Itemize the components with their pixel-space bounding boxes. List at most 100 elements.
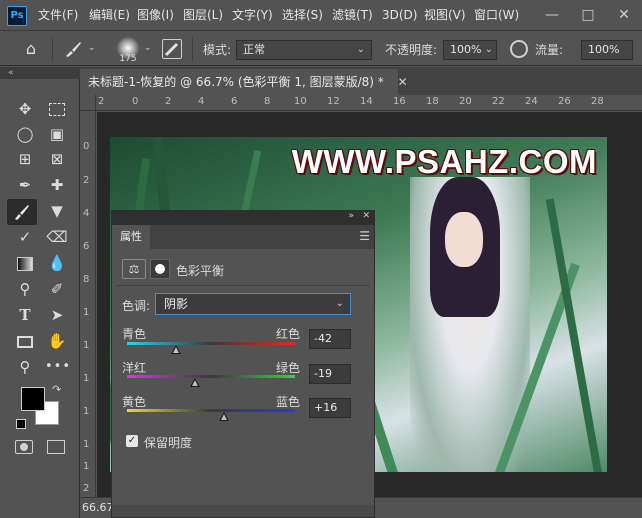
dodge-tool-icon[interactable]: ⚲ xyxy=(13,277,37,301)
eyedropper-tool-icon[interactable]: ✒ xyxy=(13,173,37,197)
slider-left-label: 洋红 xyxy=(122,361,147,375)
menu-file[interactable]: 文件(F) xyxy=(38,0,78,31)
document-tab[interactable]: 未标题-1-恢复的 @ 66.7% (色彩平衡 1, 图层蒙版/8) * ✕ xyxy=(80,69,408,95)
move-tool-icon[interactable]: ✥ xyxy=(13,97,37,121)
brush-size: 175 xyxy=(119,54,137,64)
pen-tool-icon[interactable]: ✐ xyxy=(45,277,69,301)
properties-panel: » ✕ 属性 ☰ ⚖ 色彩平衡 色调: 阴影 ⌄ 青色 红色 -42 洋红 绿色… xyxy=(111,210,375,518)
ruler-tick: 22 xyxy=(492,96,505,107)
ruler-tick: 16 xyxy=(393,96,406,107)
history-brush-tool-icon[interactable]: ✓ xyxy=(13,225,37,249)
hand-tool-icon[interactable]: ✋ xyxy=(45,329,69,353)
yellow-blue-input[interactable]: +16 xyxy=(309,398,351,418)
menu-3d[interactable]: 3D(D) xyxy=(382,0,417,31)
crop-tool-icon[interactable]: ⊞ xyxy=(13,147,37,171)
magenta-green-input[interactable]: -19 xyxy=(309,364,351,384)
ruler-tick: 2 xyxy=(83,483,90,494)
zoom-level[interactable]: 66.67 xyxy=(82,501,114,514)
quick-mask-icon[interactable] xyxy=(15,440,33,454)
yellow-blue-slider[interactable] xyxy=(127,409,295,412)
more-tools-icon[interactable]: ••• xyxy=(45,355,70,379)
object-select-tool-icon[interactable]: ▣ xyxy=(45,122,69,146)
healing-brush-tool-icon[interactable]: ✚ xyxy=(45,173,69,197)
gradient-tool-icon[interactable] xyxy=(13,251,37,275)
section-title: 色彩平衡 xyxy=(176,264,225,278)
menu-type[interactable]: 文字(Y) xyxy=(232,0,273,31)
watermark-text: WWW.PSAHZ.COM xyxy=(291,143,597,180)
rectangle-tool-icon[interactable] xyxy=(13,329,37,353)
ruler-tick: 20 xyxy=(459,96,472,107)
balance-icon[interactable]: ⚖ xyxy=(122,259,146,279)
flow-input[interactable]: 100% xyxy=(581,40,633,60)
cyan-red-value: -42 xyxy=(314,332,332,345)
cyan-red-slider[interactable] xyxy=(127,342,295,345)
separator xyxy=(192,37,193,61)
chevron-down-icon: ⌄ xyxy=(335,298,344,309)
close-icon[interactable]: ✕ xyxy=(606,0,642,31)
ruler-tick: 1 xyxy=(83,373,90,384)
type-tool-icon[interactable]: T xyxy=(13,303,37,327)
chevron-down-icon[interactable]: ⌄ xyxy=(88,43,96,53)
opacity-input[interactable]: 100% ⌄ xyxy=(443,40,497,60)
panel-menu-icon[interactable]: ☰ xyxy=(359,229,370,243)
ruler-tick: 0 xyxy=(132,96,139,107)
slider-thumb[interactable] xyxy=(190,378,201,387)
slider-left-label: 黄色 xyxy=(122,395,147,409)
foreground-color-swatch[interactable] xyxy=(21,387,45,411)
photoshop-logo: Ps xyxy=(7,6,27,26)
frame-tool-icon[interactable]: ⊠ xyxy=(45,147,69,171)
close-tab-icon[interactable]: ✕ xyxy=(398,75,408,89)
ruler-tick: 0 xyxy=(83,141,90,152)
brush-settings-icon[interactable] xyxy=(162,39,182,59)
chevron-down-icon: ⌄ xyxy=(484,44,493,55)
lasso-tool-icon[interactable]: ◯ xyxy=(13,122,37,146)
tab-properties[interactable]: 属性 xyxy=(112,225,150,249)
home-icon[interactable]: ⌂ xyxy=(20,39,42,59)
pressure-opacity-icon[interactable] xyxy=(510,40,528,58)
tone-label: 色调: xyxy=(122,299,151,313)
menu-view[interactable]: 视图(V) xyxy=(424,0,466,31)
menu-window[interactable]: 窗口(W) xyxy=(474,0,519,31)
vertical-ruler: 0 2 4 6 8 1 1 1 1 1 1 2 xyxy=(80,111,96,497)
magenta-green-slider[interactable] xyxy=(127,375,295,378)
menu-edit[interactable]: 编辑(E) xyxy=(89,0,130,31)
clone-stamp-tool-icon[interactable]: ▼ xyxy=(45,199,69,223)
ruler-tick: 1 xyxy=(83,461,90,472)
mode-select[interactable]: 正常 ⌄ xyxy=(236,40,372,60)
mask-icon[interactable] xyxy=(150,259,170,279)
menu-select[interactable]: 选择(S) xyxy=(282,0,323,31)
brush-icon[interactable] xyxy=(63,40,83,58)
swap-colors-icon[interactable]: ↷ xyxy=(52,383,61,396)
maximize-icon[interactable]: □ xyxy=(570,0,606,31)
brush-tool-icon[interactable] xyxy=(7,199,37,225)
menu-layer[interactable]: 图层(L) xyxy=(183,0,223,31)
slider-thumb[interactable] xyxy=(170,345,181,354)
blur-tool-icon[interactable]: 💧 xyxy=(45,251,69,275)
slider-thumb[interactable] xyxy=(219,412,230,421)
menu-filter[interactable]: 滤镜(T) xyxy=(332,0,373,31)
tone-select[interactable]: 阴影 ⌄ xyxy=(155,293,351,315)
zoom-tool-icon[interactable]: ⚲ xyxy=(13,355,37,379)
slider-right-label: 蓝色 xyxy=(276,395,301,409)
minimize-icon[interactable]: — xyxy=(534,0,570,31)
default-colors-icon[interactable] xyxy=(16,419,26,429)
collapse-icon[interactable]: « xyxy=(0,67,80,79)
ruler-tick: 10 xyxy=(294,96,307,107)
yellow-blue-value: +16 xyxy=(314,401,338,414)
chevron-down-icon[interactable]: ⌄ xyxy=(144,43,152,53)
slider-right-label: 红色 xyxy=(276,327,301,341)
ruler-tick: 24 xyxy=(525,96,538,107)
eraser-tool-icon[interactable]: ⌫ xyxy=(45,225,69,249)
path-select-tool-icon[interactable]: ➤ xyxy=(45,303,69,327)
opacity-value: 100% xyxy=(450,43,482,56)
preserve-label: 保留明度 xyxy=(144,436,193,450)
marquee-tool-icon[interactable] xyxy=(45,97,69,121)
screen-mode-icon[interactable] xyxy=(47,440,65,454)
close-panel-icon[interactable]: ✕ xyxy=(362,211,370,221)
collapse-panel-icon[interactable]: » xyxy=(348,211,354,221)
panel-footer xyxy=(112,505,374,517)
ruler-tick: 2 xyxy=(83,175,90,186)
preserve-checkbox[interactable]: ✓ xyxy=(126,435,138,447)
cyan-red-input[interactable]: -42 xyxy=(309,329,351,349)
menu-image[interactable]: 图像(I) xyxy=(137,0,174,31)
